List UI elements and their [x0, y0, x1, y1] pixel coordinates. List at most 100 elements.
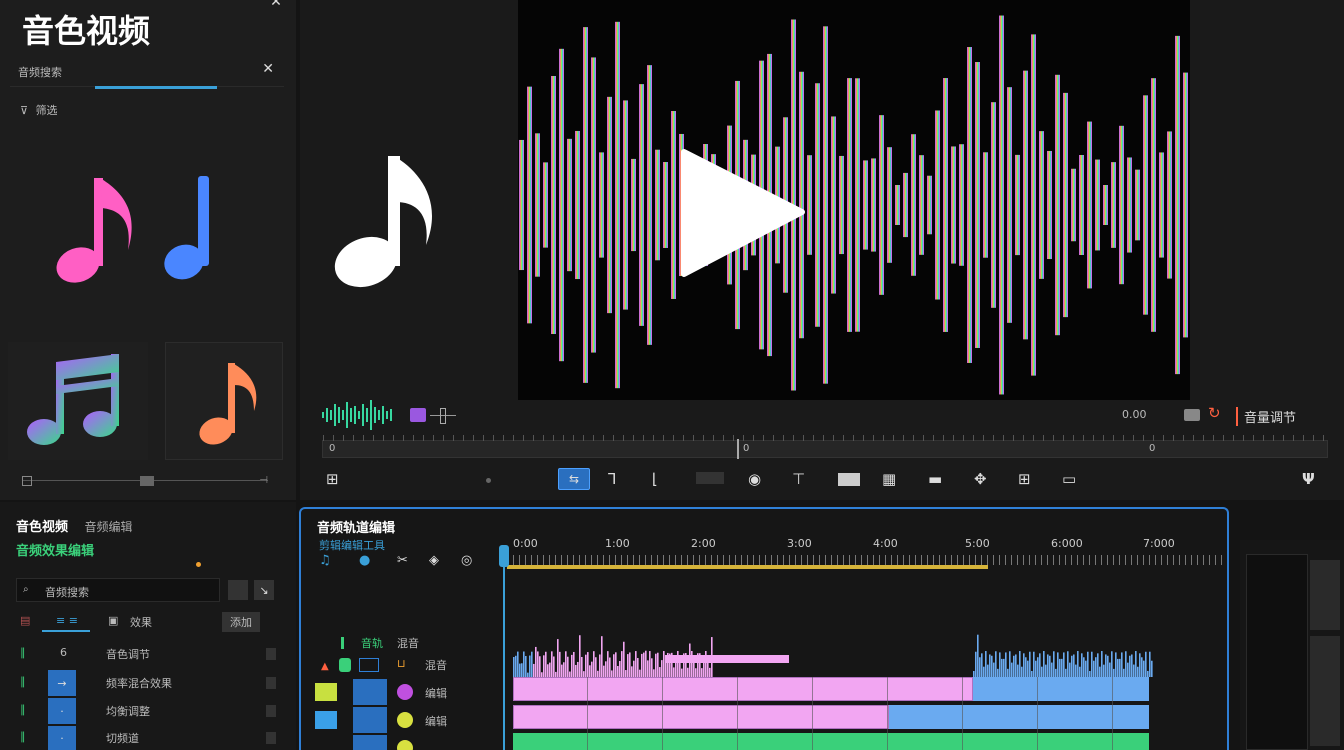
scrub-bar[interactable]: 0 0 0	[322, 435, 1328, 459]
close-icon[interactable]: ✕	[268, 0, 284, 10]
lock-tool-icon[interactable]: ◎	[461, 553, 472, 568]
list-item[interactable]: ∥ 6 音色调节	[16, 642, 280, 666]
loop-icon[interactable]: ↻	[1208, 404, 1221, 422]
note-tile-2[interactable]	[165, 342, 283, 460]
peak-bar	[633, 660, 635, 677]
peak-bar	[657, 652, 659, 677]
wave-bar	[959, 144, 964, 266]
peak-bar	[1019, 651, 1021, 677]
search-go-button[interactable]: ↘	[254, 580, 274, 600]
volume-control[interactable]	[410, 406, 462, 426]
track-blue-block[interactable]	[353, 707, 387, 733]
clear-search-icon[interactable]: ✕	[262, 61, 274, 77]
cut-tool-icon[interactable]: ✂	[397, 553, 408, 568]
timeline-ruler[interactable]: 0:00 1:00 2:00 3:00 4:00 5:00 6:000 7:00…	[507, 537, 1225, 571]
scrub-handle[interactable]	[737, 439, 739, 459]
wave-bar	[631, 158, 636, 252]
list-item[interactable]: ∥ · 切频道	[16, 726, 280, 750]
track-blue-block[interactable]	[353, 679, 387, 705]
split-tool-icon[interactable]: ⌊	[652, 470, 658, 488]
track-fx-icon[interactable]	[397, 712, 413, 728]
track-header[interactable]: 编辑	[301, 707, 501, 733]
slider-handle[interactable]	[140, 476, 154, 486]
clip-pink-floating[interactable]	[665, 655, 789, 663]
playhead[interactable]	[499, 545, 509, 750]
mute-icon[interactable]	[339, 658, 351, 672]
zoom-indicator[interactable]: 0.00	[1122, 408, 1147, 421]
view-mode-icon[interactable]	[1184, 409, 1200, 421]
peak-bar	[619, 661, 621, 677]
music-tool-icon[interactable]: ♫	[319, 553, 331, 568]
track-fx-icon[interactable]	[397, 684, 413, 700]
pink-note-icon[interactable]	[50, 170, 140, 290]
add-effect-button[interactable]: 添加	[222, 612, 260, 632]
wave-bar	[895, 185, 900, 225]
item-handle[interactable]	[266, 705, 276, 717]
list-item[interactable]: ∥ · 均衡调整	[16, 698, 280, 724]
track-blue-block[interactable]	[353, 735, 387, 750]
wave-bar	[551, 75, 556, 335]
peak-bar	[1131, 654, 1133, 677]
marker-tool-icon[interactable]	[696, 472, 724, 484]
save-tool-icon[interactable]: ▭	[1062, 470, 1076, 488]
wave-bar	[855, 78, 860, 332]
play-icon[interactable]	[678, 148, 808, 278]
export-icon[interactable]: Ψ	[1302, 470, 1315, 488]
list-item[interactable]: ∥ → 频率混合效果	[16, 670, 280, 696]
wave-bar	[927, 175, 932, 235]
tab-grid-icon[interactable]: ▣	[108, 614, 118, 627]
item-handle[interactable]	[266, 732, 276, 744]
box-tool-icon[interactable]	[838, 473, 860, 486]
tab-list-icon[interactable]: ▤	[20, 614, 30, 627]
item-toggle[interactable]: ·	[48, 698, 76, 724]
trim-tool-icon[interactable]: ⅂	[608, 470, 616, 488]
peak-bar	[565, 651, 567, 677]
tab-label[interactable]: 效果	[130, 614, 152, 630]
video-preview[interactable]	[518, 0, 1190, 400]
note-tile-1[interactable]	[8, 342, 148, 460]
peak-bar	[1117, 658, 1119, 677]
track-header[interactable]	[301, 735, 501, 750]
solo-icon[interactable]	[359, 658, 379, 672]
library-slider[interactable]: ⊣	[22, 476, 268, 486]
track-header[interactable]: ▲ ⊔ 混音	[301, 653, 501, 679]
peak-bar	[525, 655, 527, 677]
comment-tool-icon[interactable]: ◉	[748, 470, 761, 488]
track-header[interactable]: 编辑	[301, 679, 501, 705]
white-note-icon[interactable]	[326, 150, 436, 295]
peak-bar	[1103, 664, 1105, 677]
drop-tool-icon[interactable]: ●	[359, 553, 370, 568]
wave-bar	[887, 147, 892, 263]
tab-effects[interactable]: ≡ ≡	[56, 614, 78, 627]
move-tool-icon[interactable]: ✥	[974, 470, 987, 488]
effects-search-input[interactable]: ⌕ 音频搜索	[16, 578, 220, 602]
peak-bar	[575, 664, 577, 677]
wave-bar	[1159, 152, 1164, 258]
search-option-button[interactable]	[228, 580, 248, 600]
item-handle[interactable]	[266, 648, 276, 660]
library-icon[interactable]: ⊞	[326, 470, 339, 488]
item-toggle[interactable]: 6	[60, 646, 67, 659]
link-tool-icon[interactable]: ▬	[928, 470, 942, 488]
item-toggle[interactable]: →	[48, 670, 76, 696]
library-search-bar[interactable]: 音频搜索 ✕	[10, 55, 284, 87]
wave-bar	[575, 130, 580, 280]
filter-row[interactable]: ⊽ 筛选	[20, 102, 58, 118]
item-toggle[interactable]: ·	[48, 726, 76, 750]
text-tool-icon[interactable]: ⊤	[792, 470, 805, 488]
peak-bar	[627, 654, 629, 677]
track-fx-icon[interactable]	[397, 740, 413, 750]
grid-tool-icon[interactable]: ⊞	[1018, 470, 1031, 488]
peak-bar	[1017, 664, 1019, 677]
select-tool-icon[interactable]: ⇆	[558, 468, 590, 490]
blue-note-icon[interactable]	[160, 170, 220, 290]
record-icon[interactable]: ▲	[321, 661, 329, 672]
mini-button-1[interactable]	[1310, 560, 1340, 630]
peak-bar	[1015, 654, 1017, 677]
item-handle[interactable]	[266, 677, 276, 689]
rotate-tool-icon[interactable]: ◈	[429, 553, 439, 568]
mini-button-2[interactable]	[1310, 636, 1340, 746]
wave-bar	[1095, 159, 1100, 251]
crop-tool-icon[interactable]: ▦	[882, 470, 896, 488]
mini-meter	[1246, 554, 1308, 750]
